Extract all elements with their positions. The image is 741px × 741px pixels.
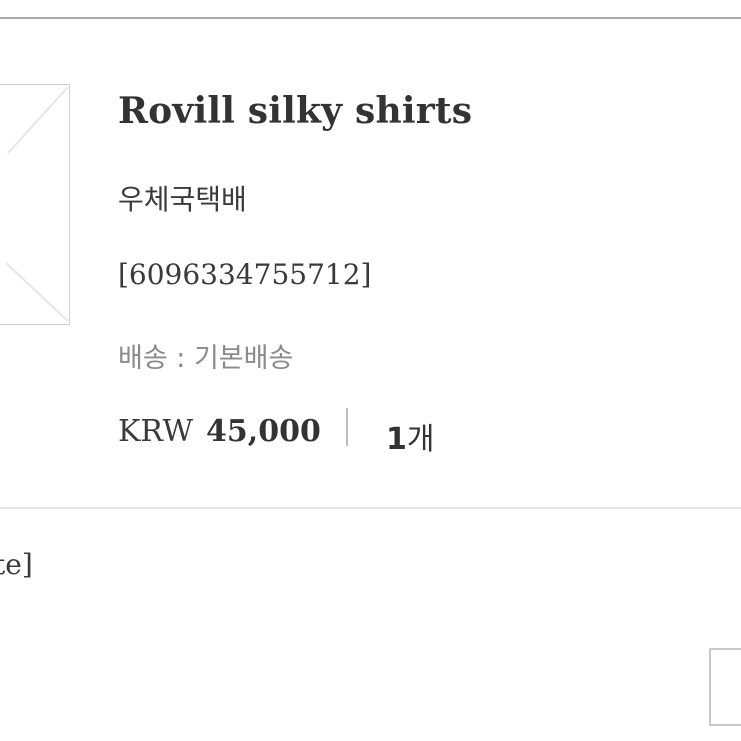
- order-item-page: Rovill silky shirts 우체국택배 [6096334755712…: [0, 0, 741, 741]
- top-divider: [0, 17, 741, 19]
- delivery-carrier: 우체국택배: [118, 183, 247, 216]
- price-currency: KRW: [118, 414, 194, 449]
- quantity: 1개: [386, 414, 434, 458]
- shipping-method: 배송 : 기본배송: [118, 343, 294, 374]
- product-name[interactable]: Rovill silky shirts: [118, 90, 472, 132]
- action-button[interactable]: [709, 648, 741, 726]
- image-placeholder-icon: [5, 86, 69, 322]
- quantity-unit: 개: [406, 422, 435, 457]
- price-divider: [346, 408, 348, 446]
- section-divider: [0, 507, 741, 509]
- tracking-number[interactable]: [6096334755712]: [118, 258, 371, 291]
- option-text: te]: [0, 548, 33, 581]
- price-amount: 45,000: [206, 414, 321, 449]
- product-thumbnail[interactable]: [0, 84, 70, 325]
- quantity-number: 1: [386, 422, 407, 457]
